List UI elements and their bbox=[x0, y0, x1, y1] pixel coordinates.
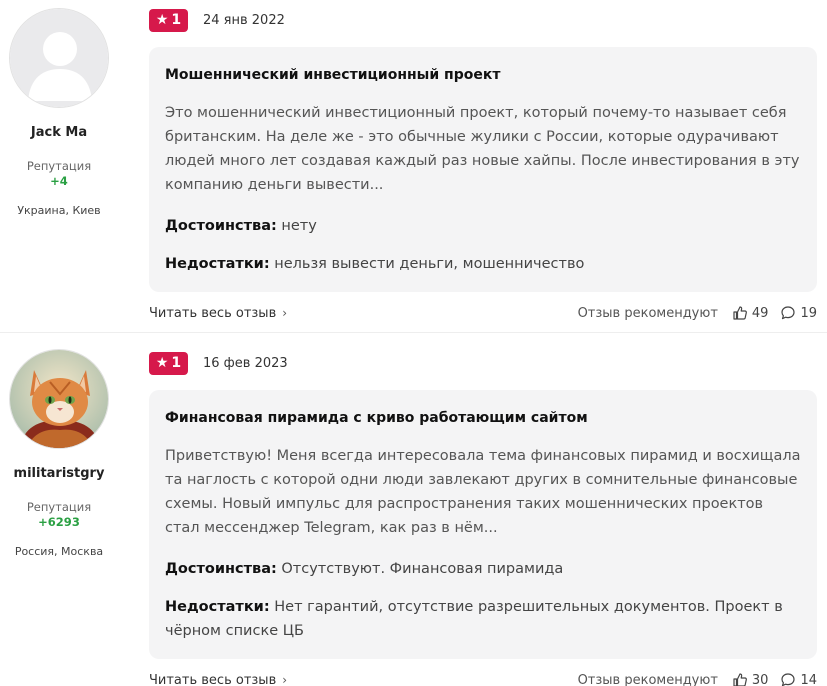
rating-value: 1 bbox=[171, 355, 182, 371]
review-cons: Недостатки: нельзя вывести деньги, мошен… bbox=[165, 252, 801, 276]
review-pros: Достоинства: нету bbox=[165, 214, 801, 238]
recommend-label: Отзыв рекомендуют bbox=[577, 672, 718, 686]
like-button[interactable]: 49 bbox=[732, 305, 769, 321]
review-author: Jack Ma Репутация +4 Украина, Киев bbox=[0, 8, 118, 217]
pros-text: Отсутствуют. Финансовая пирамида bbox=[281, 561, 564, 577]
rating-badge: ★ 1 bbox=[149, 8, 188, 32]
read-more-label: Читать весь отзыв bbox=[149, 672, 277, 686]
avatar[interactable] bbox=[9, 8, 109, 108]
review-author: militaristgry Репутация +6293 Россия, Мо… bbox=[0, 349, 118, 558]
author-name[interactable]: Jack Ma bbox=[0, 125, 118, 140]
review-stats: Отзыв рекомендуют 49 19 bbox=[578, 305, 817, 321]
like-count: 49 bbox=[751, 305, 769, 321]
review-item: Jack Ma Репутация +4 Украина, Киев ★ 1 2… bbox=[0, 0, 827, 332]
review-meta: ★ 1 16 фев 2023 bbox=[149, 351, 817, 375]
default-user-avatar-icon bbox=[10, 9, 108, 107]
review-date: 24 янв 2022 bbox=[203, 12, 285, 28]
read-more-link[interactable]: Читать весь отзыв › bbox=[149, 306, 287, 321]
review-pros: Достоинства: Отсутствуют. Финансовая пир… bbox=[165, 557, 801, 581]
read-more-label: Читать весь отзыв bbox=[149, 305, 277, 321]
review-text: Это мошеннический инвестиционный проект,… bbox=[165, 105, 800, 193]
review-card: Финансовая пирамида с криво работающим с… bbox=[149, 390, 817, 659]
review-cons: Недостатки: Нет гарантий, отсутствие раз… bbox=[165, 595, 801, 643]
review-content: ★ 1 24 янв 2022 Мошеннический инвестицио… bbox=[149, 8, 817, 322]
rating-badge: ★ 1 bbox=[149, 351, 188, 375]
pros-label: Достоинства: bbox=[165, 561, 277, 577]
review-footer: Читать весь отзыв › Отзыв рекомендуют 49… bbox=[149, 304, 817, 322]
star-icon: ★ bbox=[155, 355, 169, 371]
reputation-value: +6293 bbox=[38, 515, 80, 529]
review-date: 16 фев 2023 bbox=[203, 355, 288, 371]
cat-avatar-icon bbox=[10, 350, 108, 448]
review-stats: Отзыв рекомендуют 30 14 bbox=[578, 672, 817, 686]
review-title[interactable]: Мошеннический инвестиционный проект bbox=[165, 67, 801, 83]
author-location: Украина, Киев bbox=[17, 204, 101, 217]
review-footer: Читать весь отзыв › Отзыв рекомендуют 30… bbox=[149, 671, 817, 686]
comment-icon bbox=[781, 673, 796, 686]
star-icon: ★ bbox=[155, 12, 169, 28]
read-more-link[interactable]: Читать весь отзыв › bbox=[149, 673, 287, 686]
review-item: militaristgry Репутация +6293 Россия, Мо… bbox=[0, 332, 827, 686]
chevron-right-icon: › bbox=[282, 673, 288, 686]
reputation-value: +4 bbox=[50, 174, 68, 188]
thumbs-up-icon bbox=[733, 306, 747, 320]
cons-label: Недостатки: bbox=[165, 256, 270, 272]
recommend-label: Отзыв рекомендуют bbox=[577, 305, 718, 321]
comment-button[interactable]: 14 bbox=[780, 672, 817, 686]
author-name[interactable]: militaristgry bbox=[0, 466, 118, 481]
review-content: ★ 1 16 фев 2023 Финансовая пирамида с кр… bbox=[149, 351, 817, 686]
comment-count: 19 bbox=[800, 305, 817, 321]
comment-icon bbox=[781, 306, 796, 320]
cons-label: Недостатки: bbox=[165, 599, 270, 615]
reputation-label: Репутация bbox=[26, 500, 92, 514]
comment-count: 14 bbox=[800, 672, 817, 686]
pros-label: Достоинства: bbox=[165, 218, 277, 234]
cons-text: нельзя вывести деньги, мошенничество bbox=[274, 256, 585, 272]
like-count: 30 bbox=[751, 672, 769, 686]
chevron-right-icon: › bbox=[282, 306, 288, 320]
review-meta: ★ 1 24 янв 2022 bbox=[149, 8, 817, 32]
review-title[interactable]: Финансовая пирамида с криво работающим с… bbox=[165, 410, 801, 426]
thumbs-up-icon bbox=[733, 673, 747, 686]
pros-text: нету bbox=[281, 218, 317, 234]
author-location: Россия, Москва bbox=[14, 545, 104, 558]
rating-value: 1 bbox=[171, 12, 182, 28]
review-text: Приветствую! Меня всегда интересовала те… bbox=[165, 448, 801, 536]
reputation-label: Репутация bbox=[26, 159, 92, 173]
comment-button[interactable]: 19 bbox=[780, 305, 817, 321]
review-card: Мошеннический инвестиционный проект Это … bbox=[149, 47, 817, 292]
avatar[interactable] bbox=[9, 349, 109, 449]
like-button[interactable]: 30 bbox=[732, 672, 769, 686]
